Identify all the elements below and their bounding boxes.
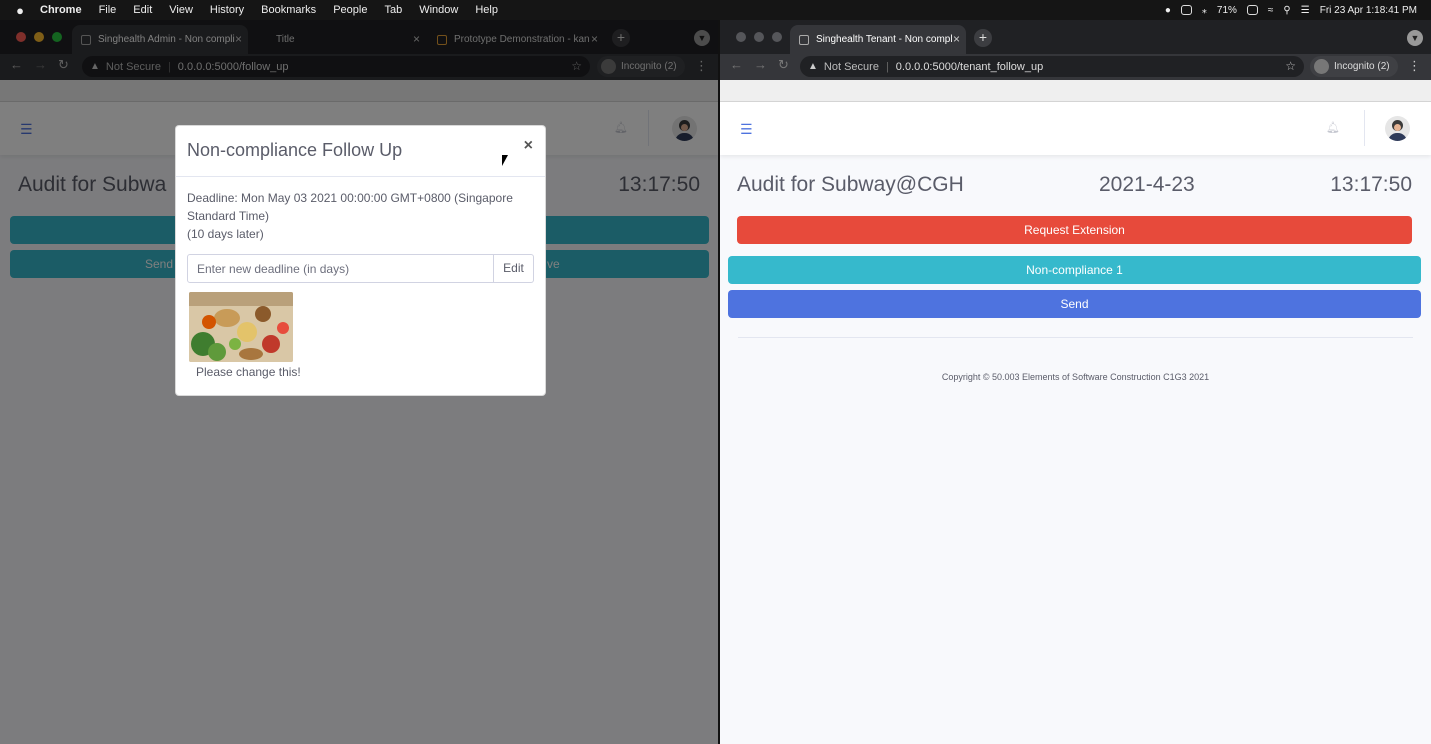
menu-help[interactable]: Help	[475, 4, 498, 16]
control-center-icon[interactable]: ☰	[1301, 5, 1310, 16]
record-icon[interactable]: ●	[1165, 5, 1171, 16]
datetime[interactable]: Fri 23 Apr 1:18:41 PM	[1320, 5, 1417, 16]
bell-icon[interactable]: 🔔︎	[1326, 121, 1340, 134]
deadline-input[interactable]	[187, 254, 494, 283]
screen-icon[interactable]	[1180, 5, 1192, 15]
tab-strip: Singhealth Tenant - Non compl × + ▼	[720, 20, 1431, 54]
close-tab-icon[interactable]: ×	[953, 32, 960, 46]
follow-up-modal: Non-compliance Follow Up × Deadline: Mon…	[175, 125, 546, 396]
topbar: ☰ 🔔︎	[720, 102, 1431, 155]
browser-toolbar: ← → ↻ ▲ Not Secure | 0.0.0.0:5000/tenant…	[720, 54, 1431, 80]
deadline-line-3: (10 days later)	[187, 227, 264, 241]
forward-icon[interactable]: →	[754, 57, 767, 72]
close-icon[interactable]: ×	[524, 137, 533, 155]
not-secure-label[interactable]: Not Secure	[824, 61, 879, 73]
page-title: Audit for Subway@CGH	[737, 173, 964, 196]
favicon-icon	[799, 35, 809, 45]
photo-caption: Please change this!	[196, 365, 301, 379]
battery-percent: 71%	[1216, 4, 1237, 16]
incognito-label: Incognito (2)	[1334, 61, 1390, 72]
menu-app-name[interactable]: Chrome	[40, 4, 82, 16]
minimize-window-button[interactable]	[754, 32, 764, 42]
menu-history[interactable]: History	[210, 4, 244, 16]
browser-window-tenant: Singhealth Tenant - Non compl × + ▼ ← → …	[720, 20, 1431, 744]
reload-icon[interactable]: ↻	[778, 57, 789, 73]
avatar[interactable]	[1385, 116, 1410, 141]
wifi-icon[interactable]: ≈	[1268, 5, 1274, 16]
back-icon[interactable]: ←	[730, 57, 743, 72]
menu-tab[interactable]: Tab	[384, 4, 402, 16]
menu-edit[interactable]: Edit	[133, 4, 152, 16]
bookmarks-bar	[720, 80, 1431, 102]
tab-tenant[interactable]: Singhealth Tenant - Non compl ×	[790, 25, 966, 54]
apple-icon[interactable]: ●	[0, 3, 40, 18]
edit-button[interactable]: Edit	[494, 254, 534, 283]
menu-view[interactable]: View	[169, 4, 193, 16]
modal-title: Non-compliance Follow Up	[187, 140, 403, 160]
menu-bookmarks[interactable]: Bookmarks	[261, 4, 316, 16]
tab-title: Singhealth Tenant - Non compl	[816, 34, 953, 45]
audit-date: 2021-4-23	[1099, 173, 1195, 196]
macos-menubar: ● Chrome File Edit View History Bookmark…	[0, 0, 1431, 20]
bookmark-star-icon[interactable]: ☆	[1285, 59, 1296, 73]
modal-header: Non-compliance Follow Up ×	[176, 126, 545, 177]
tab-search-button[interactable]: ▼	[1407, 30, 1423, 46]
address-bar[interactable]: ▲ Not Secure | 0.0.0.0:5000/tenant_follo…	[800, 56, 1304, 77]
deadline-line-1: Deadline: Mon May 03 2021 00:00:00 GMT+0…	[187, 191, 513, 205]
menu-kebab-icon[interactable]: ⋮	[1408, 58, 1421, 74]
deadline-input-group: Edit	[187, 254, 534, 283]
window-controls	[736, 32, 782, 42]
footer-divider	[738, 337, 1413, 338]
battery-icon[interactable]	[1246, 5, 1258, 15]
bluetooth-icon[interactable]: ⁎	[1202, 5, 1207, 16]
incognito-icon	[1314, 59, 1329, 74]
deadline-line-2: Standard Time)	[187, 209, 270, 223]
search-icon[interactable]: ⚲	[1283, 5, 1290, 16]
send-button[interactable]: Send	[728, 290, 1421, 318]
request-extension-button[interactable]: Request Extension	[737, 216, 1412, 244]
close-window-button[interactable]	[736, 32, 746, 42]
topbar-divider	[1364, 110, 1365, 146]
copyright-text: Copyright © 50.003 Elements of Software …	[941, 372, 1210, 382]
clock: 13:17:50	[1330, 173, 1412, 196]
omnibox-separator: |	[885, 60, 889, 73]
noncompliance-photo	[189, 292, 293, 362]
menubar-status-area: ● ⁎ 71% ≈ ⚲ ☰ Fri 23 Apr 1:18:41 PM	[1165, 0, 1417, 20]
new-tab-button[interactable]: +	[974, 29, 992, 47]
noncompliance-button[interactable]: Non-compliance 1	[728, 256, 1421, 284]
zoom-window-button[interactable]	[772, 32, 782, 42]
hamburger-icon[interactable]: ☰	[740, 121, 753, 138]
incognito-indicator[interactable]: Incognito (2)	[1310, 56, 1398, 77]
menu-file[interactable]: File	[99, 4, 117, 16]
url-text[interactable]: 0.0.0.0:5000/tenant_follow_up	[896, 61, 1043, 73]
menu-people[interactable]: People	[333, 4, 367, 16]
warning-icon: ▲	[808, 61, 818, 72]
tenant-page: ☰ 🔔︎ Audit for Subway@CGH 2021-4-23 13:1…	[720, 102, 1431, 744]
mouse-cursor-icon	[502, 155, 508, 166]
menu-window[interactable]: Window	[419, 4, 458, 16]
